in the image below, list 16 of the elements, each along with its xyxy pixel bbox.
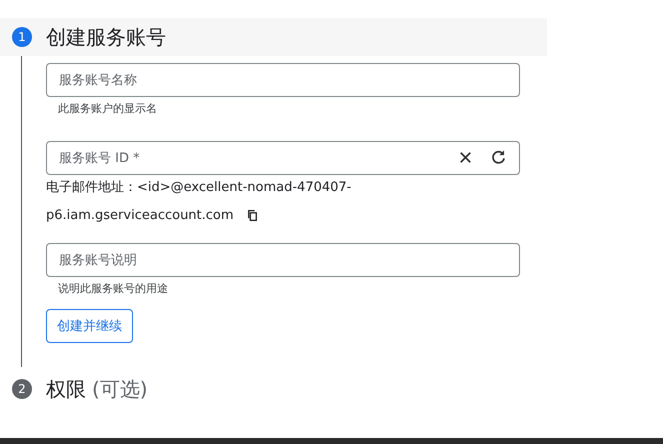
email-address: p6.iam.gserviceaccount.com xyxy=(46,208,234,222)
refresh-icon[interactable] xyxy=(489,148,508,167)
step-title-suffix: (可选) xyxy=(92,376,148,402)
step-title: 权限 xyxy=(46,376,86,402)
step-number: 1 xyxy=(12,27,32,47)
create-and-continue-button[interactable]: 创建并继续 xyxy=(46,309,133,343)
email-label: 电子邮件地址： xyxy=(46,180,137,195)
input-field[interactable]: 服务账号说明 xyxy=(46,243,520,277)
input-field[interactable]: 服务账号 ID * xyxy=(46,141,520,175)
copy-icon[interactable] xyxy=(246,208,259,222)
helper-text: 说明此服务账号的用途 xyxy=(58,282,169,297)
email-address: <id>@excellent-nomad-470407- xyxy=(137,180,352,195)
helper-text: 此服务账户的显示名 xyxy=(58,102,158,117)
step-number: 2 xyxy=(12,379,32,399)
input-field[interactable]: 服务账号名称 xyxy=(46,63,520,97)
step-title: 创建服务账号 xyxy=(46,24,166,50)
